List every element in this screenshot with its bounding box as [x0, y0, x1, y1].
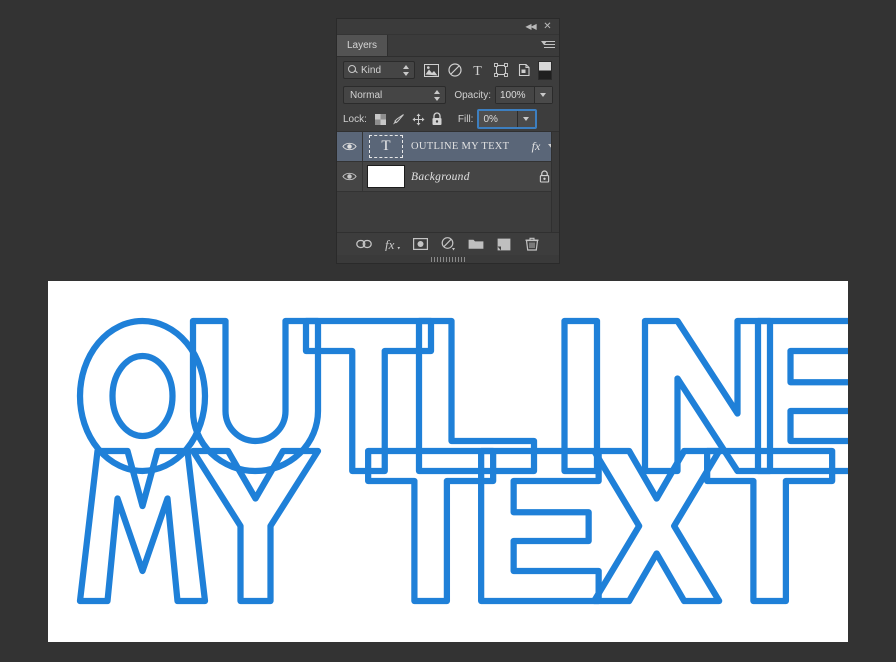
layer-name-label[interactable]: Background	[409, 171, 529, 183]
panel-menu-icon[interactable]	[541, 39, 555, 52]
fill-dropdown-arrow-icon[interactable]	[517, 111, 536, 127]
adjustment-layers-filter-icon[interactable]	[443, 59, 466, 81]
layers-panel: ◀◀ ✕ Layers Kind T Normal Opacity: 100% …	[336, 18, 560, 264]
fill-label: Fill:	[457, 113, 474, 125]
blend-mode-value: Normal	[350, 89, 383, 101]
lock-icon-group	[372, 111, 446, 128]
layer-list-scrollbar[interactable]	[551, 132, 559, 232]
lock-row: Lock: Fill: 0%	[337, 107, 559, 131]
shape-layers-filter-icon[interactable]	[489, 59, 512, 81]
magnifier-icon	[347, 64, 359, 76]
lock-image-pixels-icon[interactable]	[391, 111, 408, 128]
smart-object-filter-icon[interactable]	[512, 59, 535, 81]
filter-icon-group: T	[420, 59, 535, 81]
panel-menu-line	[544, 44, 555, 45]
panel-menu-line	[544, 41, 555, 42]
pixel-layers-filter-icon[interactable]	[420, 59, 443, 81]
add-layer-style-icon[interactable]: fx	[384, 236, 401, 253]
lock-transparent-pixels-icon[interactable]	[372, 111, 389, 128]
type-layers-filter-icon[interactable]: T	[466, 59, 489, 81]
fill-field[interactable]: 0%	[477, 109, 538, 129]
selection-frame-icon	[369, 135, 403, 158]
tab-filler	[388, 35, 559, 56]
link-layers-icon[interactable]	[356, 236, 373, 253]
outline-text-artwork	[76, 317, 848, 605]
table-row[interactable]: T OUTLINE MY TEXT fx	[337, 132, 559, 162]
svg-text:fx: fx	[385, 237, 395, 251]
delete-layer-icon[interactable]	[524, 236, 541, 253]
background-layer-thumbnail	[367, 165, 405, 188]
layer-visibility-toggle[interactable]	[337, 162, 363, 191]
chevron-updown-icon	[434, 90, 441, 102]
layer-thumbnail[interactable]	[363, 165, 409, 188]
opacity-label: Opacity:	[454, 89, 491, 101]
close-icon[interactable]: ✕	[541, 20, 554, 33]
eye-icon	[342, 142, 357, 151]
collapse-to-icons-icon[interactable]: ◀◀	[524, 20, 537, 33]
layer-filter-row: Kind T	[337, 57, 559, 83]
blend-mode-select[interactable]: Normal	[343, 86, 447, 104]
panel-tab-row: Layers	[337, 35, 559, 57]
opacity-dropdown-arrow-icon[interactable]	[534, 87, 552, 103]
filter-kind-label: Kind	[361, 64, 382, 76]
new-group-icon[interactable]	[468, 236, 485, 253]
layers-panel-footer: fx	[337, 232, 559, 255]
opacity-field[interactable]: 100%	[495, 86, 553, 104]
svg-text:T: T	[473, 64, 482, 77]
fill-input[interactable]: 0%	[479, 111, 518, 127]
filter-kind-select[interactable]: Kind	[343, 61, 415, 79]
lock-icon	[539, 170, 549, 183]
filter-enable-toggle-icon[interactable]	[538, 60, 552, 80]
panel-menu-line	[544, 47, 555, 48]
chevron-updown-icon	[403, 65, 410, 77]
type-layer-thumbnail: T	[369, 135, 403, 158]
add-layer-mask-icon[interactable]	[412, 236, 429, 253]
eye-icon	[342, 172, 357, 181]
new-fill-adjustment-layer-icon[interactable]	[440, 236, 457, 253]
panel-resize-grip[interactable]	[337, 255, 559, 263]
grip-marks	[431, 256, 465, 262]
table-row[interactable]: Background	[337, 162, 559, 192]
panel-titlebar[interactable]: ◀◀ ✕	[337, 19, 559, 35]
layer-name-label[interactable]: OUTLINE MY TEXT	[409, 141, 527, 152]
lock-position-icon[interactable]	[410, 111, 427, 128]
layer-visibility-toggle[interactable]	[337, 132, 363, 161]
lock-all-icon[interactable]	[429, 111, 446, 128]
tab-layers[interactable]: Layers	[337, 35, 389, 56]
lock-label: Lock:	[343, 113, 367, 125]
opacity-input[interactable]: 100%	[496, 87, 534, 103]
layer-effects-icon[interactable]: fx	[527, 139, 545, 154]
layer-thumbnail[interactable]: T	[363, 135, 409, 158]
tab-layers-label: Layers	[347, 40, 378, 51]
blend-mode-row: Normal Opacity: 100%	[337, 83, 559, 107]
document-canvas[interactable]	[48, 281, 848, 642]
new-layer-icon[interactable]	[496, 236, 513, 253]
layer-list: T OUTLINE MY TEXT fx Background	[337, 131, 559, 232]
